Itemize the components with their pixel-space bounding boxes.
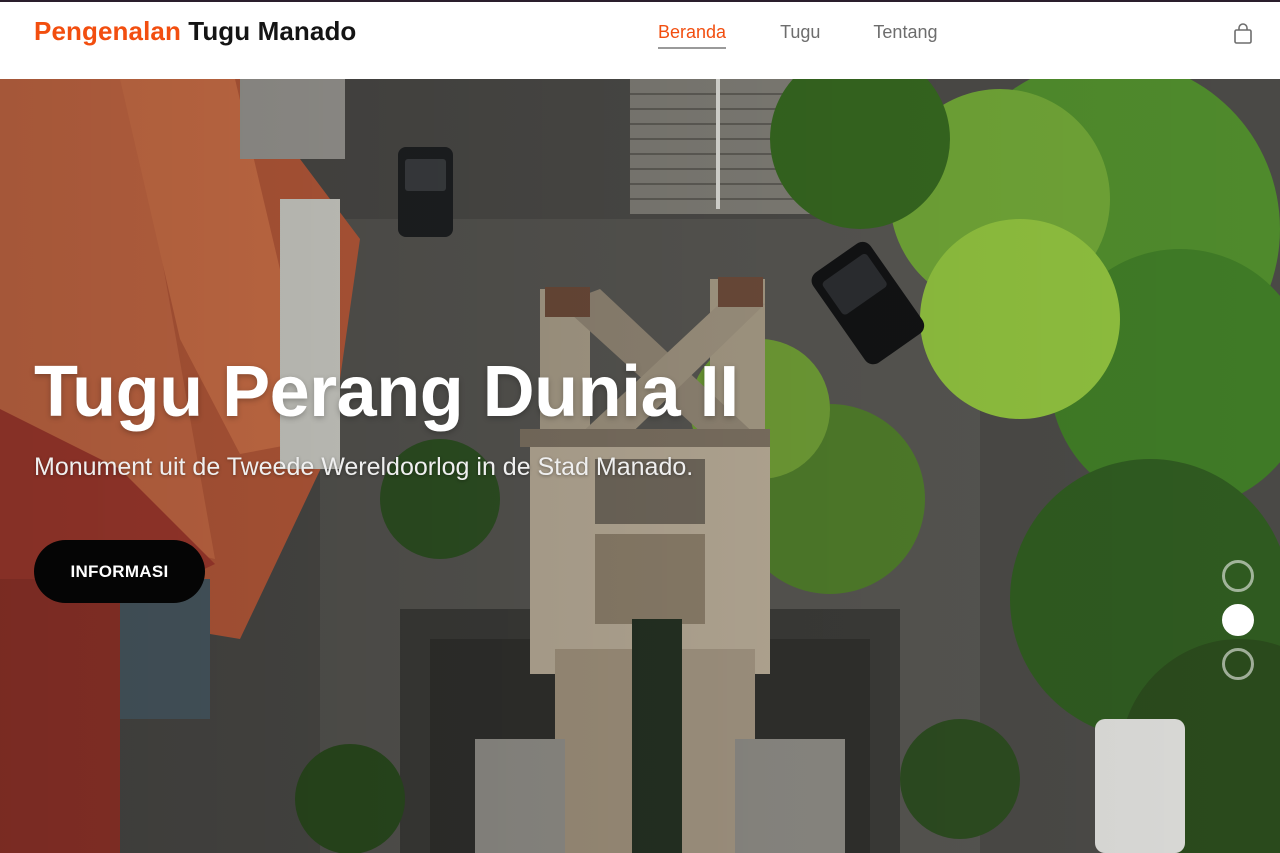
nav-link-beranda[interactable]: Beranda <box>658 22 727 49</box>
nav-link-tentang[interactable]: Tentang <box>873 22 937 49</box>
informasi-button[interactable]: INFORMASI <box>34 540 205 603</box>
brand-accent-text: Pengenalan <box>34 16 181 46</box>
nav-link-tugu[interactable]: Tugu <box>780 22 820 49</box>
main-nav: Beranda Tugu Tentang <box>658 22 937 49</box>
site-header: Pengenalan Tugu Manado Beranda Tugu Tent… <box>0 0 1280 79</box>
hero-title: Tugu Perang Dunia II <box>34 352 739 432</box>
shopping-bag-icon[interactable] <box>1233 23 1253 45</box>
brand-logo[interactable]: Pengenalan Tugu Manado <box>34 16 356 47</box>
slide-dot-1[interactable] <box>1222 560 1254 592</box>
hero-subtitle: Monument uit de Tweede Wereldoorlog in d… <box>34 453 694 481</box>
hero-banner: Tugu Perang Dunia II Monument uit de Twe… <box>0 79 1280 853</box>
slide-dot-2[interactable] <box>1222 604 1254 636</box>
brand-rest-text: Tugu Manado <box>188 16 357 46</box>
slide-dot-3[interactable] <box>1222 648 1254 680</box>
